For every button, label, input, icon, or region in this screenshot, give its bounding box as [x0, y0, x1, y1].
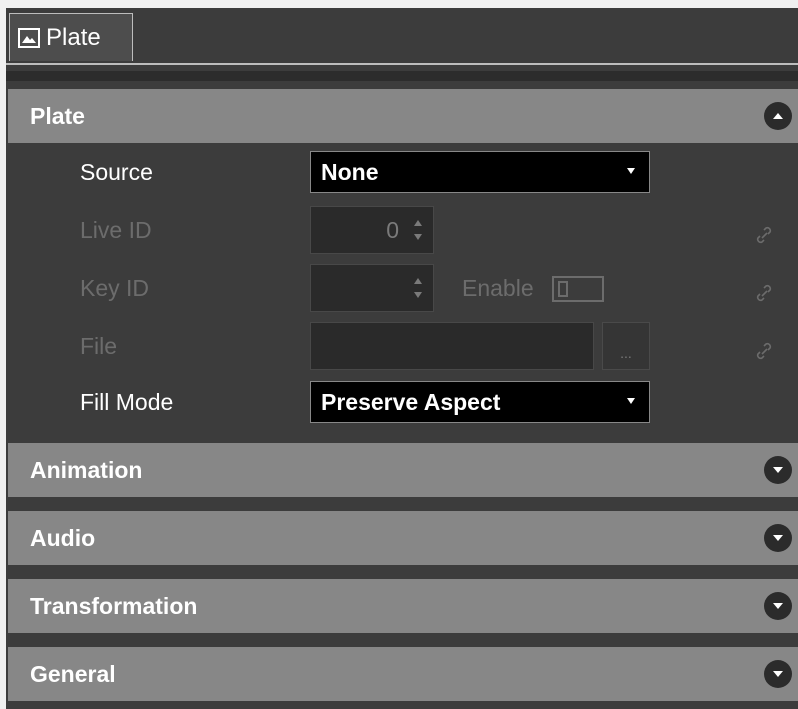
- chevron-up-icon[interactable]: [764, 102, 792, 130]
- properties-panel: Plate Plate Source None Live ID 0 Key ID…: [6, 8, 798, 709]
- link-icon[interactable]: [754, 283, 774, 303]
- live-id-value: 0: [386, 216, 399, 243]
- section-title: Plate: [30, 102, 85, 129]
- dropdown-caret-icon: [627, 168, 635, 174]
- enable-toggle[interactable]: [552, 276, 604, 302]
- section-header-general[interactable]: General: [8, 647, 798, 701]
- chevron-down-icon[interactable]: [764, 592, 792, 620]
- section-header-plate[interactable]: Plate: [8, 89, 798, 143]
- plate-section-body: Source None Live ID 0 Key ID Enable File…: [8, 145, 798, 439]
- panel-divider: [6, 71, 798, 81]
- chevron-down-icon[interactable]: [764, 456, 792, 484]
- section-header-animation[interactable]: Animation: [8, 443, 798, 497]
- link-icon[interactable]: [754, 341, 774, 361]
- source-value: None: [321, 158, 379, 185]
- link-icon[interactable]: [754, 225, 774, 245]
- section-header-audio[interactable]: Audio: [8, 511, 798, 565]
- spinner-arrows-icon[interactable]: [413, 274, 423, 302]
- tab-label: Plate: [46, 23, 101, 51]
- toggle-knob: [558, 281, 568, 297]
- key-id-spinner[interactable]: [310, 264, 434, 312]
- tab-plate[interactable]: Plate: [9, 13, 133, 61]
- section-title: Animation: [30, 456, 143, 483]
- fill-mode-value: Preserve Aspect: [321, 388, 501, 415]
- section-header-transformation[interactable]: Transformation: [8, 579, 798, 633]
- enable-label: Enable: [462, 275, 534, 301]
- spinner-arrows-icon[interactable]: [413, 216, 423, 244]
- source-label: Source: [80, 159, 153, 185]
- browse-button[interactable]: ...: [602, 322, 650, 370]
- browse-label: ...: [620, 345, 632, 361]
- fill-mode-dropdown[interactable]: Preserve Aspect: [310, 381, 650, 423]
- section-title: Transformation: [30, 592, 198, 619]
- key-id-label: Key ID: [80, 275, 150, 301]
- file-input[interactable]: [310, 322, 594, 370]
- tab-bar: Plate: [6, 8, 798, 65]
- file-label: File: [80, 333, 118, 359]
- dropdown-caret-icon: [627, 398, 635, 404]
- live-id-spinner[interactable]: 0: [310, 206, 434, 254]
- image-icon: [18, 27, 40, 48]
- chevron-down-icon[interactable]: [764, 660, 792, 688]
- fill-mode-label: Fill Mode: [80, 389, 174, 415]
- section-title: Audio: [30, 524, 96, 551]
- live-id-label: Live ID: [80, 217, 152, 243]
- chevron-down-icon[interactable]: [764, 524, 792, 552]
- section-title: General: [30, 660, 116, 687]
- source-dropdown[interactable]: None: [310, 151, 650, 193]
